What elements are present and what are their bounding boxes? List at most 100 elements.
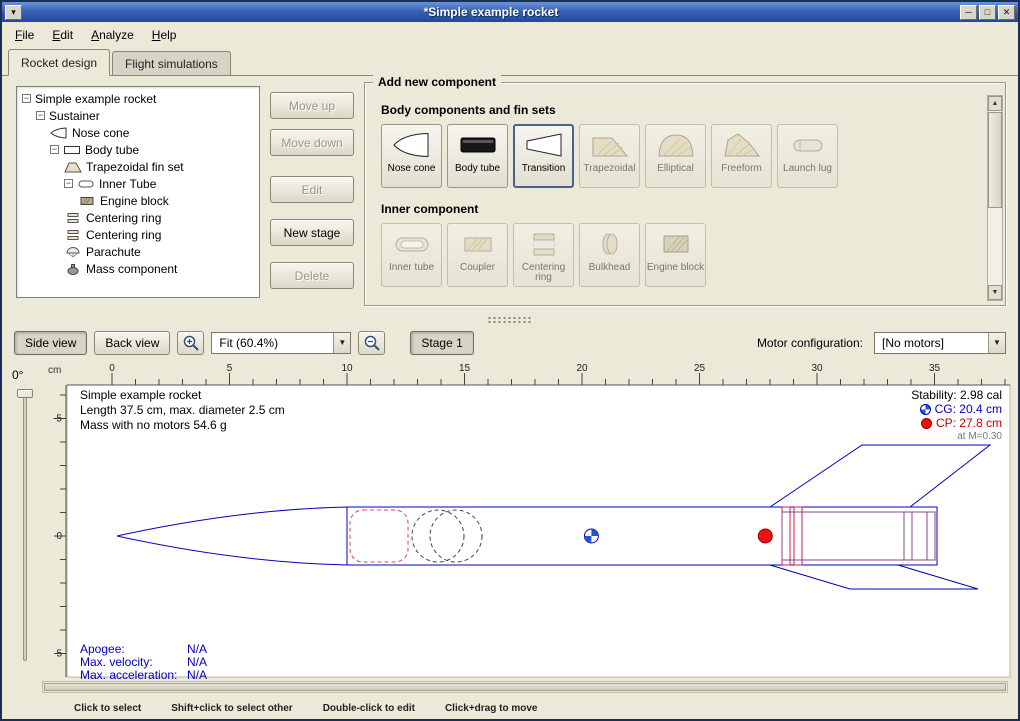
- chevron-down-icon[interactable]: ▼: [988, 333, 1005, 353]
- cg-value: CG: 20.4 cm: [911, 402, 1002, 416]
- rocket-view: 0° cm 05101520253035 -505: [2, 361, 1018, 697]
- scroll-up-icon[interactable]: ▲: [988, 96, 1002, 111]
- zoom-out-button[interactable]: [358, 331, 385, 355]
- tree-item-sustainer[interactable]: −Sustainer: [17, 107, 259, 124]
- palette-button-label: Trapezoidal: [584, 164, 636, 174]
- parachute-icon: [64, 246, 82, 258]
- palette-scrollbar[interactable]: ▲ ▼: [987, 95, 1003, 301]
- title-bar[interactable]: ▾ *Simple example rocket ─ □ ✕: [2, 2, 1018, 22]
- ruler-unit-label: cm: [48, 365, 61, 376]
- palette-button-label: Coupler: [460, 263, 495, 273]
- body-component-row: Nose coneBody tubeTransitionTrapezoidalE…: [381, 124, 979, 188]
- add-bulkhead-button: Bulkhead: [579, 223, 640, 287]
- splitter-handle[interactable]: [2, 314, 1018, 325]
- collapse-icon[interactable]: −: [36, 111, 45, 120]
- tree-item-trapezoidal-fin-set[interactable]: Trapezoidal fin set: [17, 158, 259, 175]
- fin-elliptical-icon: [656, 130, 696, 160]
- scroll-down-icon[interactable]: ▼: [988, 285, 1002, 300]
- add-trapezoidal-button: Trapezoidal: [579, 124, 640, 188]
- tree-item-centering-ring[interactable]: Centering ring: [17, 226, 259, 243]
- svg-text:15: 15: [459, 363, 471, 374]
- menu-bar: FileEditAnalyzeHelp: [2, 22, 1018, 47]
- svg-text:25: 25: [694, 363, 706, 374]
- tree-item-centering-ring[interactable]: Centering ring: [17, 209, 259, 226]
- nose-cone-icon: [50, 127, 68, 139]
- launch-lug-icon: [788, 130, 828, 160]
- cp-icon: [921, 418, 932, 429]
- rocket-length: Length 37.5 cm, max. diameter 2.5 cm: [80, 403, 285, 418]
- add-inner-tube-button: Inner tube: [381, 223, 442, 287]
- move-down-button: Move down: [270, 129, 354, 156]
- centering-ring-icon: [64, 229, 82, 241]
- edit-button: Edit: [270, 176, 354, 203]
- tree-item-label: Mass component: [86, 262, 177, 276]
- splitter-grip-icon: [487, 316, 533, 323]
- tree-item-nose-cone[interactable]: Nose cone: [17, 124, 259, 141]
- minimize-button[interactable]: ─: [960, 5, 977, 20]
- cp-marker-icon: [758, 529, 772, 543]
- svg-text:5: 5: [227, 363, 233, 374]
- hint-double-click-to-edit: Double-click to edit: [323, 703, 415, 714]
- window-title: *Simple example rocket: [25, 5, 957, 19]
- tree-item-label: Sustainer: [49, 109, 100, 123]
- fin-trapezoidal-icon: [590, 130, 630, 160]
- tree-item-mass-component[interactable]: Mass component: [17, 260, 259, 277]
- body-tube-shape[interactable]: [347, 507, 937, 565]
- tree-item-label: Engine block: [100, 194, 169, 208]
- inner-component-label: Inner component: [381, 202, 979, 216]
- palette-button-label: Freeform: [721, 164, 762, 174]
- close-button[interactable]: ✕: [998, 5, 1015, 20]
- inner-component-row: Inner tubeCouplerCentering ringBulkheadE…: [381, 223, 979, 287]
- tree-item-label: Nose cone: [72, 126, 129, 140]
- motor-configuration-label: Motor configuration:: [757, 336, 863, 350]
- tree-item-body-tube[interactable]: −Body tube: [17, 141, 259, 158]
- zoom-in-button[interactable]: [177, 331, 204, 355]
- engine-block-icon: [78, 195, 96, 207]
- nose-cone-icon: [392, 130, 432, 160]
- rotation-slider[interactable]: [23, 391, 27, 661]
- rotation-slider-handle[interactable]: [17, 389, 33, 398]
- palette-button-label: Centering ring: [514, 263, 573, 283]
- back-view-button[interactable]: Back view: [94, 331, 170, 355]
- menu-help[interactable]: Help: [143, 25, 186, 45]
- coupler-icon: [458, 229, 498, 259]
- window-menu-button[interactable]: ▾: [5, 5, 22, 20]
- component-tree: −Simple example rocket−SustainerNose con…: [16, 86, 260, 298]
- add-centering-ring-button: Centering ring: [513, 223, 574, 287]
- tab-rocket-design[interactable]: Rocket design: [8, 49, 110, 76]
- add-launch-lug-button: Launch lug: [777, 124, 838, 188]
- tab-flight-simulations[interactable]: Flight simulations: [112, 51, 231, 75]
- scrollbar-thumb[interactable]: [988, 112, 1002, 208]
- menu-analyze[interactable]: Analyze: [82, 25, 143, 45]
- mach-value: at M=0.30: [911, 430, 1002, 444]
- svg-text:20: 20: [576, 363, 588, 374]
- chevron-down-icon[interactable]: ▼: [333, 333, 350, 353]
- zoom-combobox[interactable]: Fit (60.4%) ▼: [211, 332, 351, 354]
- hint-click-to-select: Click to select: [74, 703, 141, 714]
- collapse-icon[interactable]: −: [50, 145, 59, 154]
- menu-file[interactable]: File: [6, 25, 43, 45]
- collapse-icon[interactable]: −: [64, 179, 73, 188]
- add-coupler-button: Coupler: [447, 223, 508, 287]
- add-freeform-button: Freeform: [711, 124, 772, 188]
- add-body-tube-button[interactable]: Body tube: [447, 124, 508, 188]
- side-view-button[interactable]: Side view: [14, 331, 87, 355]
- bulkhead-icon: [590, 229, 630, 259]
- motor-configuration-combobox[interactable]: [No motors] ▼: [874, 332, 1006, 354]
- tree-item-engine-block[interactable]: Engine block: [17, 192, 259, 209]
- collapse-icon[interactable]: −: [22, 94, 31, 103]
- stability-block: Stability: 2.98 cal CG: 20.4 cm CP: 27.8…: [911, 388, 1002, 444]
- tree-item-simple-example-rocket[interactable]: −Simple example rocket: [17, 90, 259, 107]
- maximize-button[interactable]: □: [979, 5, 996, 20]
- svg-text:0: 0: [109, 363, 115, 374]
- tree-item-parachute[interactable]: Parachute: [17, 243, 259, 260]
- flight-data-block: Apogee:N/A Max. velocity:N/A Max. accele…: [80, 643, 207, 682]
- canvas-hscrollbar[interactable]: [42, 681, 1008, 693]
- add-nose-cone-button[interactable]: Nose cone: [381, 124, 442, 188]
- tree-item-inner-tube[interactable]: −Inner Tube: [17, 175, 259, 192]
- stage-1-toggle[interactable]: Stage 1: [410, 331, 473, 355]
- add-transition-button[interactable]: Transition: [513, 124, 574, 188]
- hscrollbar-thumb[interactable]: [44, 683, 1006, 691]
- new-stage-button[interactable]: New stage: [270, 219, 354, 246]
- menu-edit[interactable]: Edit: [43, 25, 82, 45]
